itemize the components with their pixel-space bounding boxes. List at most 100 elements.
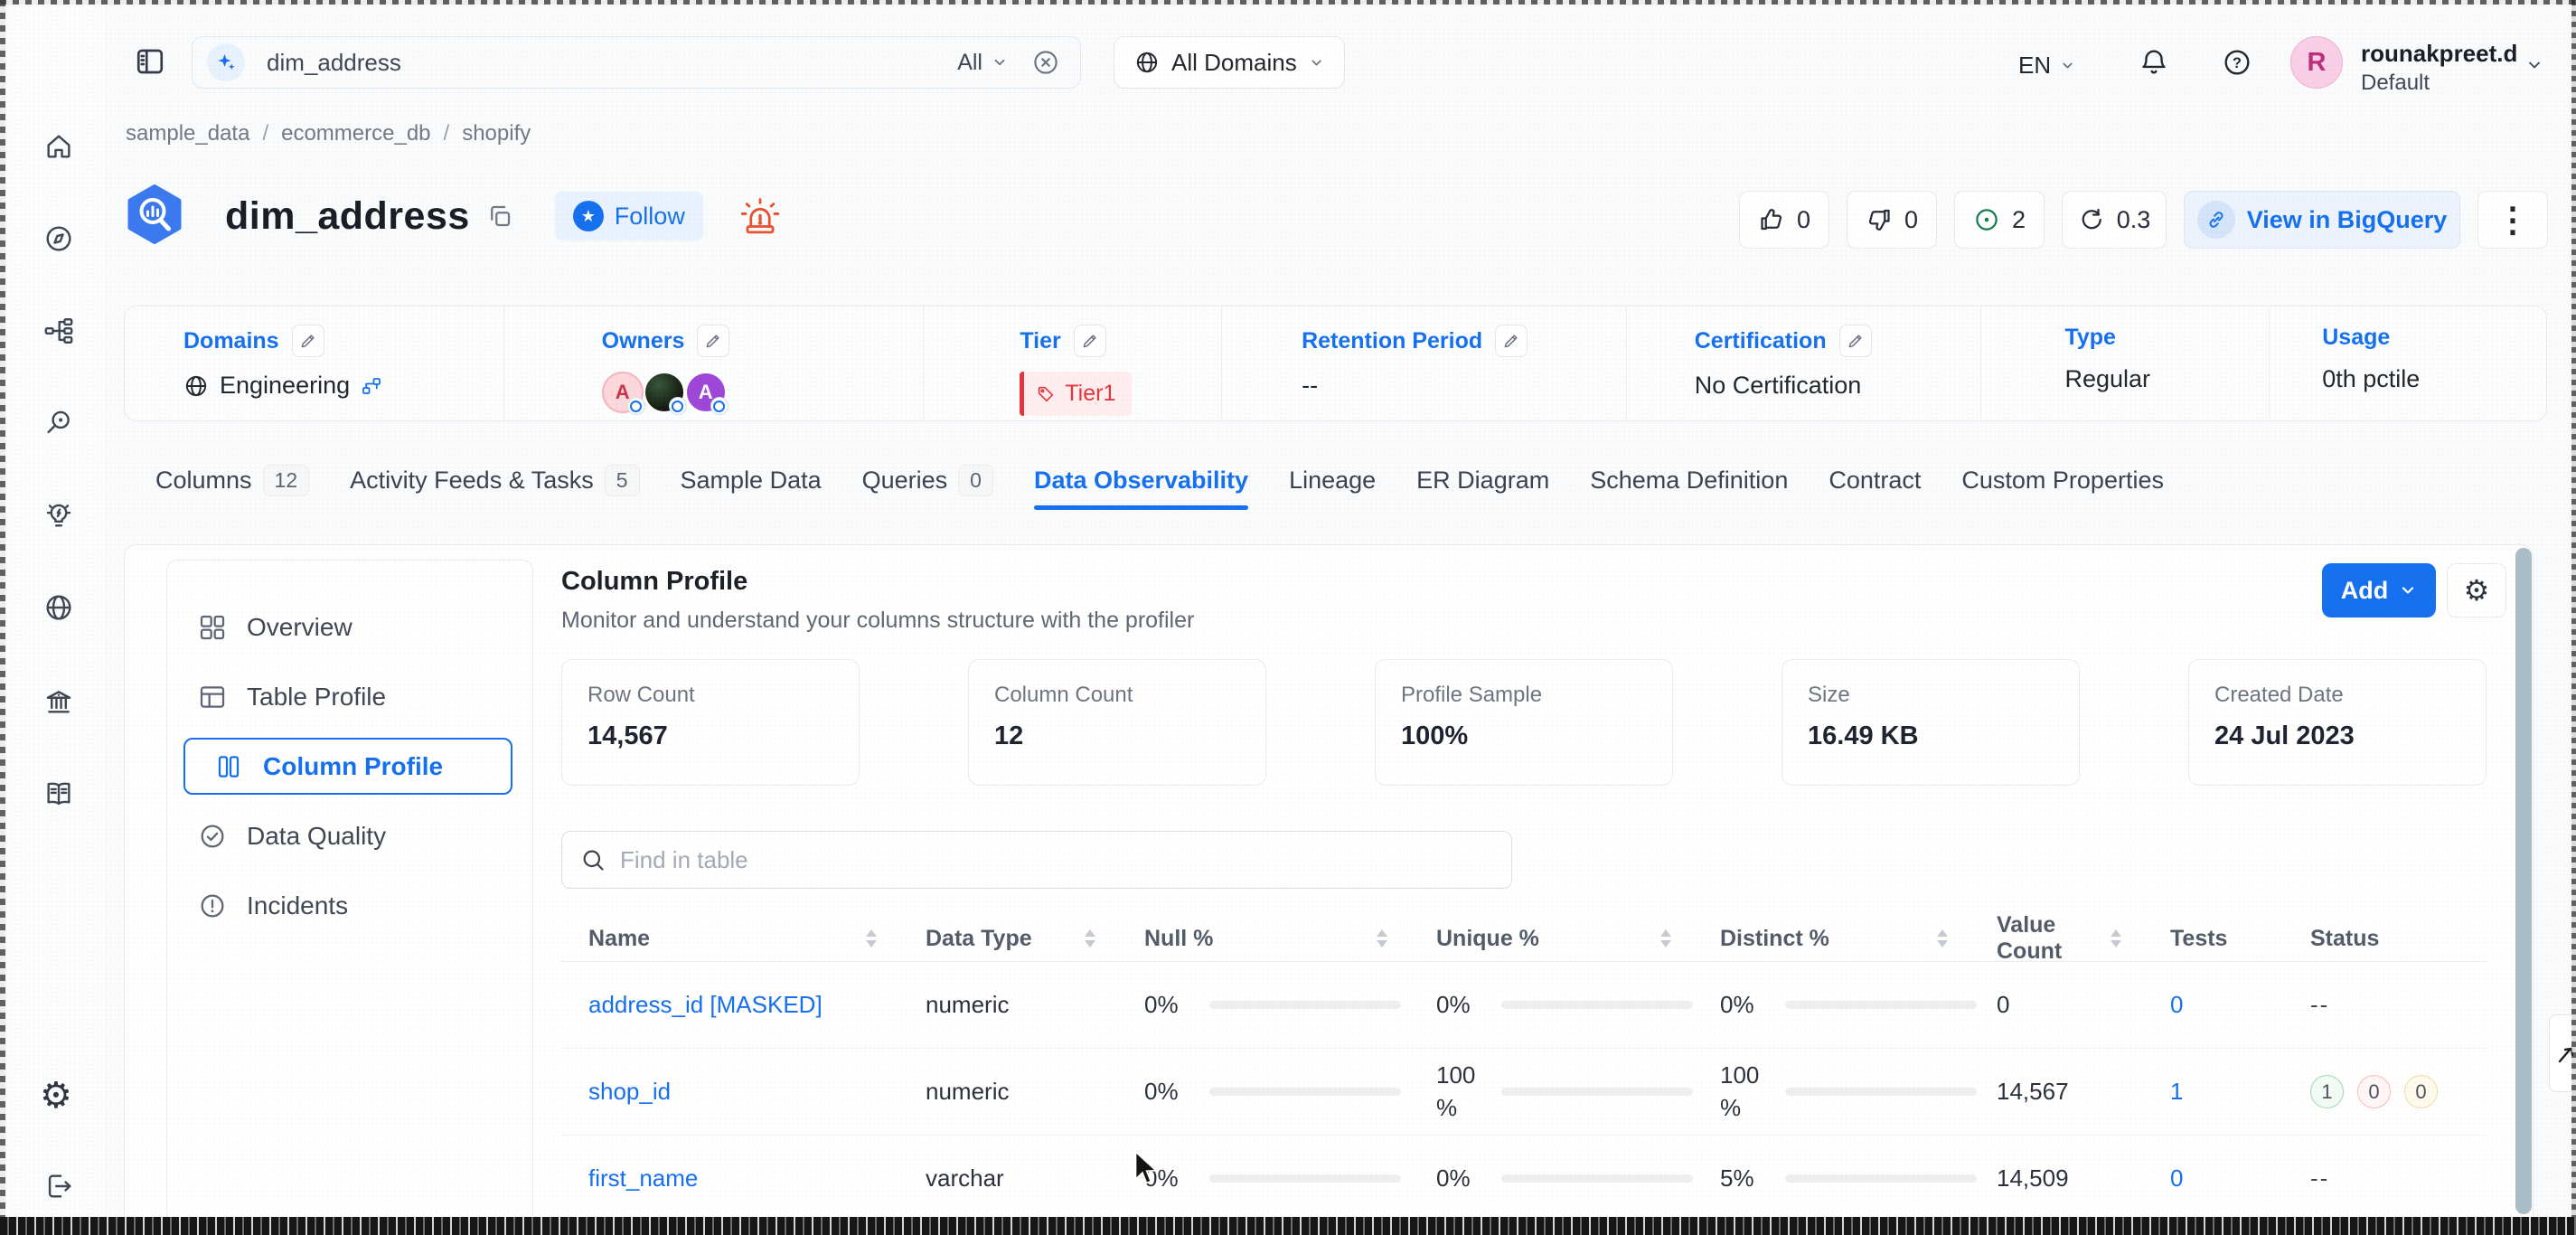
downvote-button[interactable]: 0: [1847, 191, 1937, 249]
user-info[interactable]: rounakpreet.d Default: [2361, 41, 2517, 95]
column-name-link[interactable]: shop_id: [588, 1078, 671, 1106]
ai-sparkle-icon[interactable]: [207, 43, 245, 81]
follow-button[interactable]: ★ Follow: [555, 192, 703, 240]
tab-activity-feeds-tasks[interactable]: Activity Feeds & Tasks5: [350, 465, 639, 496]
meta-retention: Retention Period --: [1222, 306, 1627, 420]
column-name-link[interactable]: address_id [MASKED]: [588, 991, 823, 1019]
sort-icon[interactable]: [1660, 929, 1671, 947]
meta-tier: Tier Tier1: [924, 306, 1222, 420]
language-dropdown[interactable]: EN: [2018, 52, 2075, 80]
add-button[interactable]: Add: [2322, 563, 2436, 618]
copy-name-icon[interactable]: [486, 203, 513, 230]
clear-search-icon[interactable]: [1031, 48, 1060, 77]
view-in-bigquery-button[interactable]: View in BigQuery: [2184, 191, 2460, 249]
profiler-menu: Overview Table Profile Column Profile Data …: [166, 560, 533, 1231]
help-icon[interactable]: ?: [2222, 47, 2252, 78]
edit-tier-icon[interactable]: [1074, 325, 1106, 357]
tab-sample-data[interactable]: Sample Data: [681, 467, 822, 495]
domains-globe-icon[interactable]: [43, 592, 74, 623]
tests-link[interactable]: 0: [2170, 1164, 2183, 1193]
settings-gear-icon[interactable]: ⚙: [40, 1078, 72, 1114]
explore-compass-icon[interactable]: [43, 223, 74, 254]
lineage-flow-icon[interactable]: [43, 316, 74, 346]
find-in-table[interactable]: [561, 831, 1512, 889]
all-domains-dropdown[interactable]: All Domains: [1114, 36, 1345, 89]
sort-icon[interactable]: [1377, 929, 1387, 947]
find-in-table-input[interactable]: [618, 845, 1511, 875]
sidebar-toggle-icon[interactable]: [134, 45, 166, 78]
governance-bank-icon[interactable]: [43, 686, 74, 717]
progress-bar: [1785, 1088, 1977, 1096]
column-header-unique[interactable]: Unique %: [1411, 916, 1695, 961]
observability-search-icon[interactable]: [43, 408, 74, 438]
tab-columns[interactable]: Columns12: [155, 465, 309, 496]
column-header-data-type[interactable]: Data Type: [900, 916, 1119, 961]
domain-value-link[interactable]: Engineering: [220, 372, 350, 400]
stat-card-profile-sample: Profile Sample100%: [1375, 659, 1673, 786]
breadcrumb-item[interactable]: shopify: [462, 121, 531, 146]
entity-tabs: Columns12 Activity Feeds & Tasks5 Sample D…: [155, 457, 2164, 503]
sort-icon[interactable]: [1085, 929, 1095, 947]
owner-avatar[interactable]: [644, 372, 685, 413]
edit-certification-icon[interactable]: [1839, 325, 1872, 357]
app-window: ⚙ All All Domains: [0, 0, 2576, 1235]
percent-cell: 0%: [1119, 1163, 1411, 1194]
tab-queries[interactable]: Queries0: [862, 465, 993, 496]
user-workspace: Default: [2361, 71, 2517, 96]
version-button[interactable]: 0.3: [2062, 191, 2167, 249]
profiler-settings-gear-icon[interactable]: ⚙: [2447, 563, 2506, 618]
percent-cell: 0%: [1411, 989, 1695, 1021]
profiler-menu-item-table-profile[interactable]: Table Profile: [167, 668, 532, 725]
column-header-null[interactable]: Null %: [1119, 916, 1411, 961]
column-header-distinct[interactable]: Distinct %: [1695, 916, 1971, 961]
user-avatar[interactable]: R: [2290, 36, 2343, 89]
tab-schema-definition[interactable]: Schema Definition: [1590, 467, 1788, 495]
profiler-menu-item-column-profile[interactable]: Column Profile: [183, 738, 512, 795]
tab-custom-properties[interactable]: Custom Properties: [1961, 467, 2164, 495]
owner-avatar[interactable]: A: [602, 372, 644, 413]
logout-icon[interactable]: [43, 1171, 74, 1202]
edit-retention-icon[interactable]: [1495, 325, 1528, 357]
edit-owners-icon[interactable]: [697, 325, 729, 357]
tab-er-diagram[interactable]: ER Diagram: [1416, 467, 1549, 495]
vertical-scrollbar[interactable]: [2515, 548, 2532, 1214]
tab-contract[interactable]: Contract: [1829, 467, 1921, 495]
sort-icon[interactable]: [2111, 929, 2121, 947]
profiler-menu-item-incidents[interactable]: Incidents: [167, 877, 532, 934]
tests-link[interactable]: 0: [2170, 991, 2183, 1019]
breadcrumb-item[interactable]: sample_data: [126, 121, 249, 146]
glossary-book-icon[interactable]: [43, 778, 74, 809]
search-scope-dropdown[interactable]: All: [957, 50, 1008, 76]
columns-icon: [214, 752, 243, 781]
global-search-input[interactable]: [265, 48, 957, 78]
global-search-bar[interactable]: All: [192, 36, 1081, 89]
edit-domains-icon[interactable]: [292, 325, 324, 357]
tests-link[interactable]: 1: [2170, 1078, 2183, 1106]
insights-bulb-icon[interactable]: [43, 500, 74, 531]
column-header-name[interactable]: Name: [561, 916, 900, 961]
progress-bar: [1501, 1174, 1693, 1183]
profiler-menu-item-overview[interactable]: Overview: [167, 599, 532, 655]
usage-label: Usage: [2322, 325, 2390, 351]
owner-avatar[interactable]: A: [685, 372, 727, 413]
views-count-button[interactable]: 2: [1954, 191, 2045, 249]
column-name-link[interactable]: first_name: [588, 1164, 698, 1193]
home-icon[interactable]: [43, 131, 74, 162]
tier-chip[interactable]: Tier1: [1020, 372, 1132, 416]
stat-label: Size: [1808, 683, 2054, 708]
sort-icon[interactable]: [866, 929, 877, 947]
tab-data-observability[interactable]: Data Observability: [1034, 467, 1248, 495]
alert-siren-icon[interactable]: [739, 195, 781, 237]
tab-lineage[interactable]: Lineage: [1289, 467, 1376, 495]
menu-item-label: Overview: [247, 613, 353, 642]
column-header-value-count[interactable]: Value Count: [1971, 916, 2145, 961]
more-options-kebab-icon[interactable]: ⋮: [2477, 191, 2548, 249]
user-menu-chevron-icon[interactable]: [2525, 56, 2543, 74]
screen-edge-top: [0, 0, 2576, 5]
tests-cell: 0: [2145, 991, 2285, 1019]
breadcrumb-item[interactable]: ecommerce_db: [281, 121, 430, 146]
profiler-menu-item-data-quality[interactable]: Data Quality: [167, 807, 532, 864]
sort-icon[interactable]: [1937, 929, 1948, 947]
notifications-bell-icon[interactable]: [2139, 47, 2169, 78]
upvote-button[interactable]: 0: [1739, 191, 1829, 249]
